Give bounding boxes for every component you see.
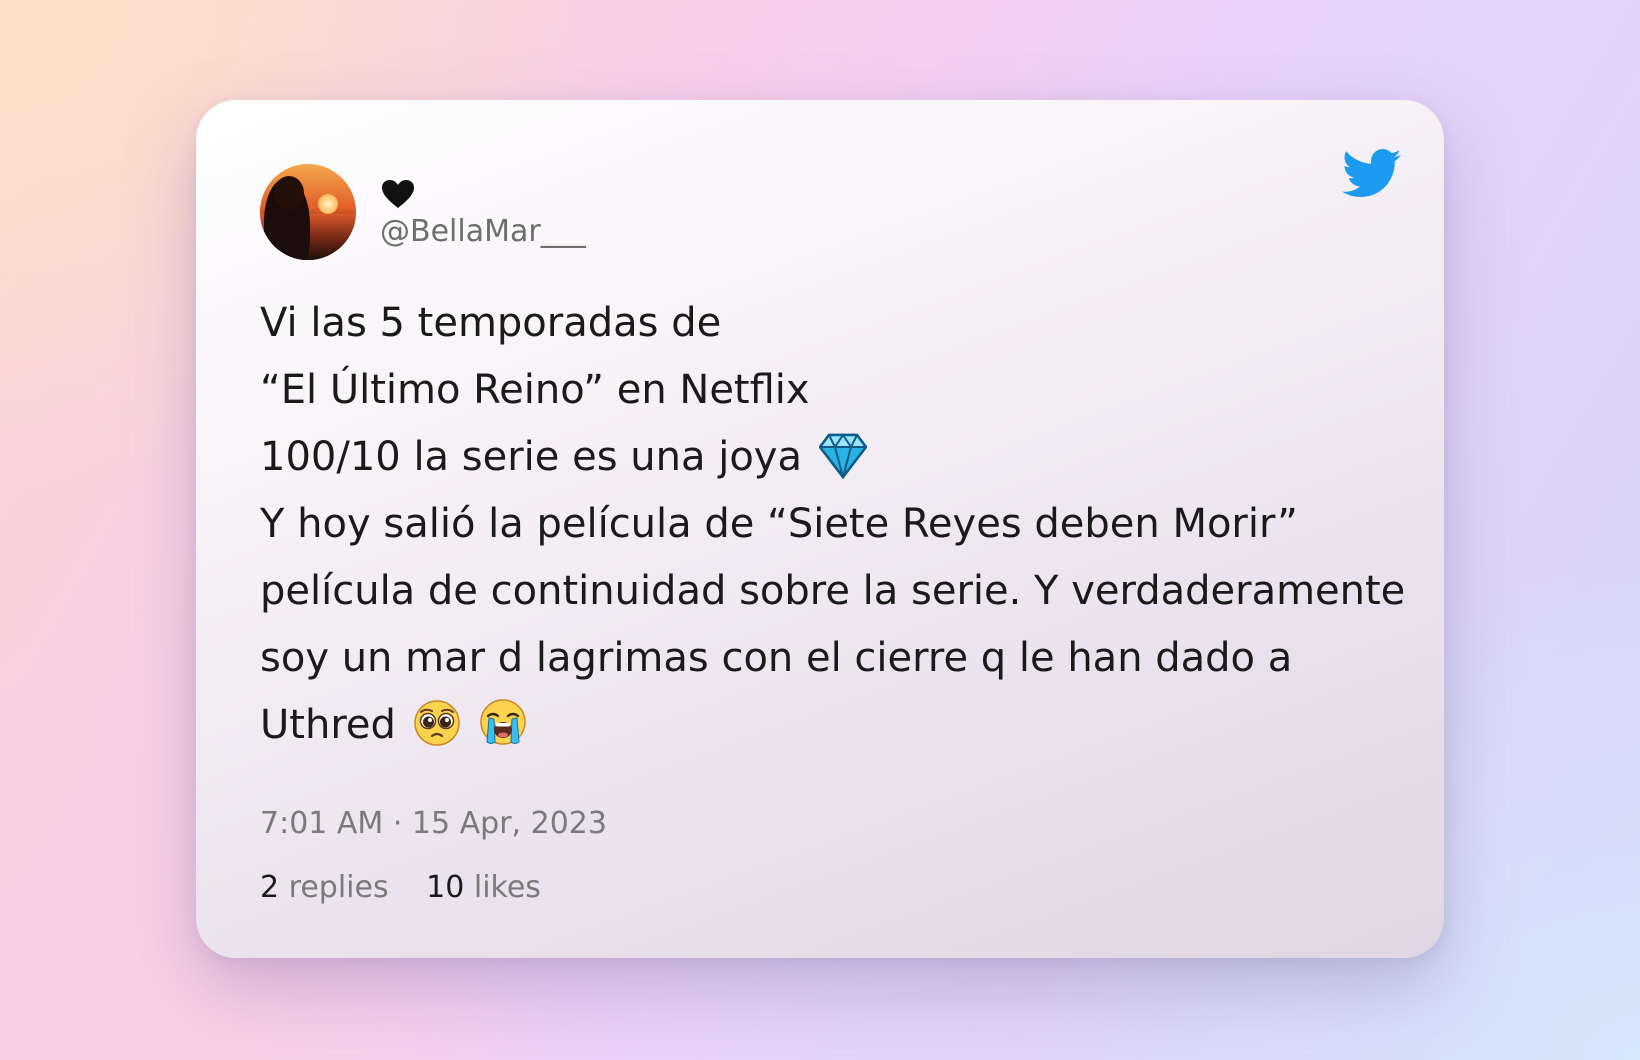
avatar[interactable]	[260, 164, 356, 260]
tweet-line: Vi las 5 temporadas de	[260, 300, 722, 346]
tweet-line: Y hoy salió la película de “Siete Reyes …	[260, 501, 1298, 547]
tweet-line-text: 100/10 la serie es una joya	[260, 434, 802, 480]
pleading-face-icon	[413, 700, 460, 746]
loudly-crying-face-icon	[480, 699, 527, 745]
avatar-sun	[318, 194, 338, 214]
tweet-stats: 2 replies 10 likes	[260, 868, 569, 908]
tweet-timestamp[interactable]: 7:01 AM · 15 Apr, 2023	[260, 804, 607, 844]
likes-count: 10	[426, 870, 465, 905]
author-handle[interactable]: @BellaMar___	[380, 212, 586, 252]
tweet-line: Uthred	[260, 692, 1400, 759]
avatar-figure-head	[274, 176, 304, 210]
tweet-line: película de continuidad sobre la serie. …	[260, 568, 1406, 614]
tweet-line: soy un mar d lagrimas con el cierre q le…	[260, 635, 1293, 681]
replies-stat[interactable]: 2 replies	[260, 868, 389, 908]
likes-label: likes	[473, 870, 541, 905]
replies-label: replies	[288, 870, 389, 905]
twitter-bird-icon[interactable]	[1342, 148, 1402, 200]
tweet-line-text: Uthred	[260, 702, 396, 748]
tweet-line: 100/10 la serie es una joya	[260, 424, 1400, 491]
tweet-text: Vi las 5 temporadas de “El Último Reino”…	[260, 290, 1406, 759]
black-heart-icon	[382, 180, 414, 208]
tweet-card: @BellaMar___ Vi las 5 temporadas de “El …	[196, 100, 1444, 958]
gem-stone-icon	[818, 433, 867, 479]
likes-stat[interactable]: 10 likes	[426, 868, 541, 908]
replies-count: 2	[260, 870, 280, 905]
tweet-line: “El Último Reino” en Netflix	[260, 367, 810, 413]
